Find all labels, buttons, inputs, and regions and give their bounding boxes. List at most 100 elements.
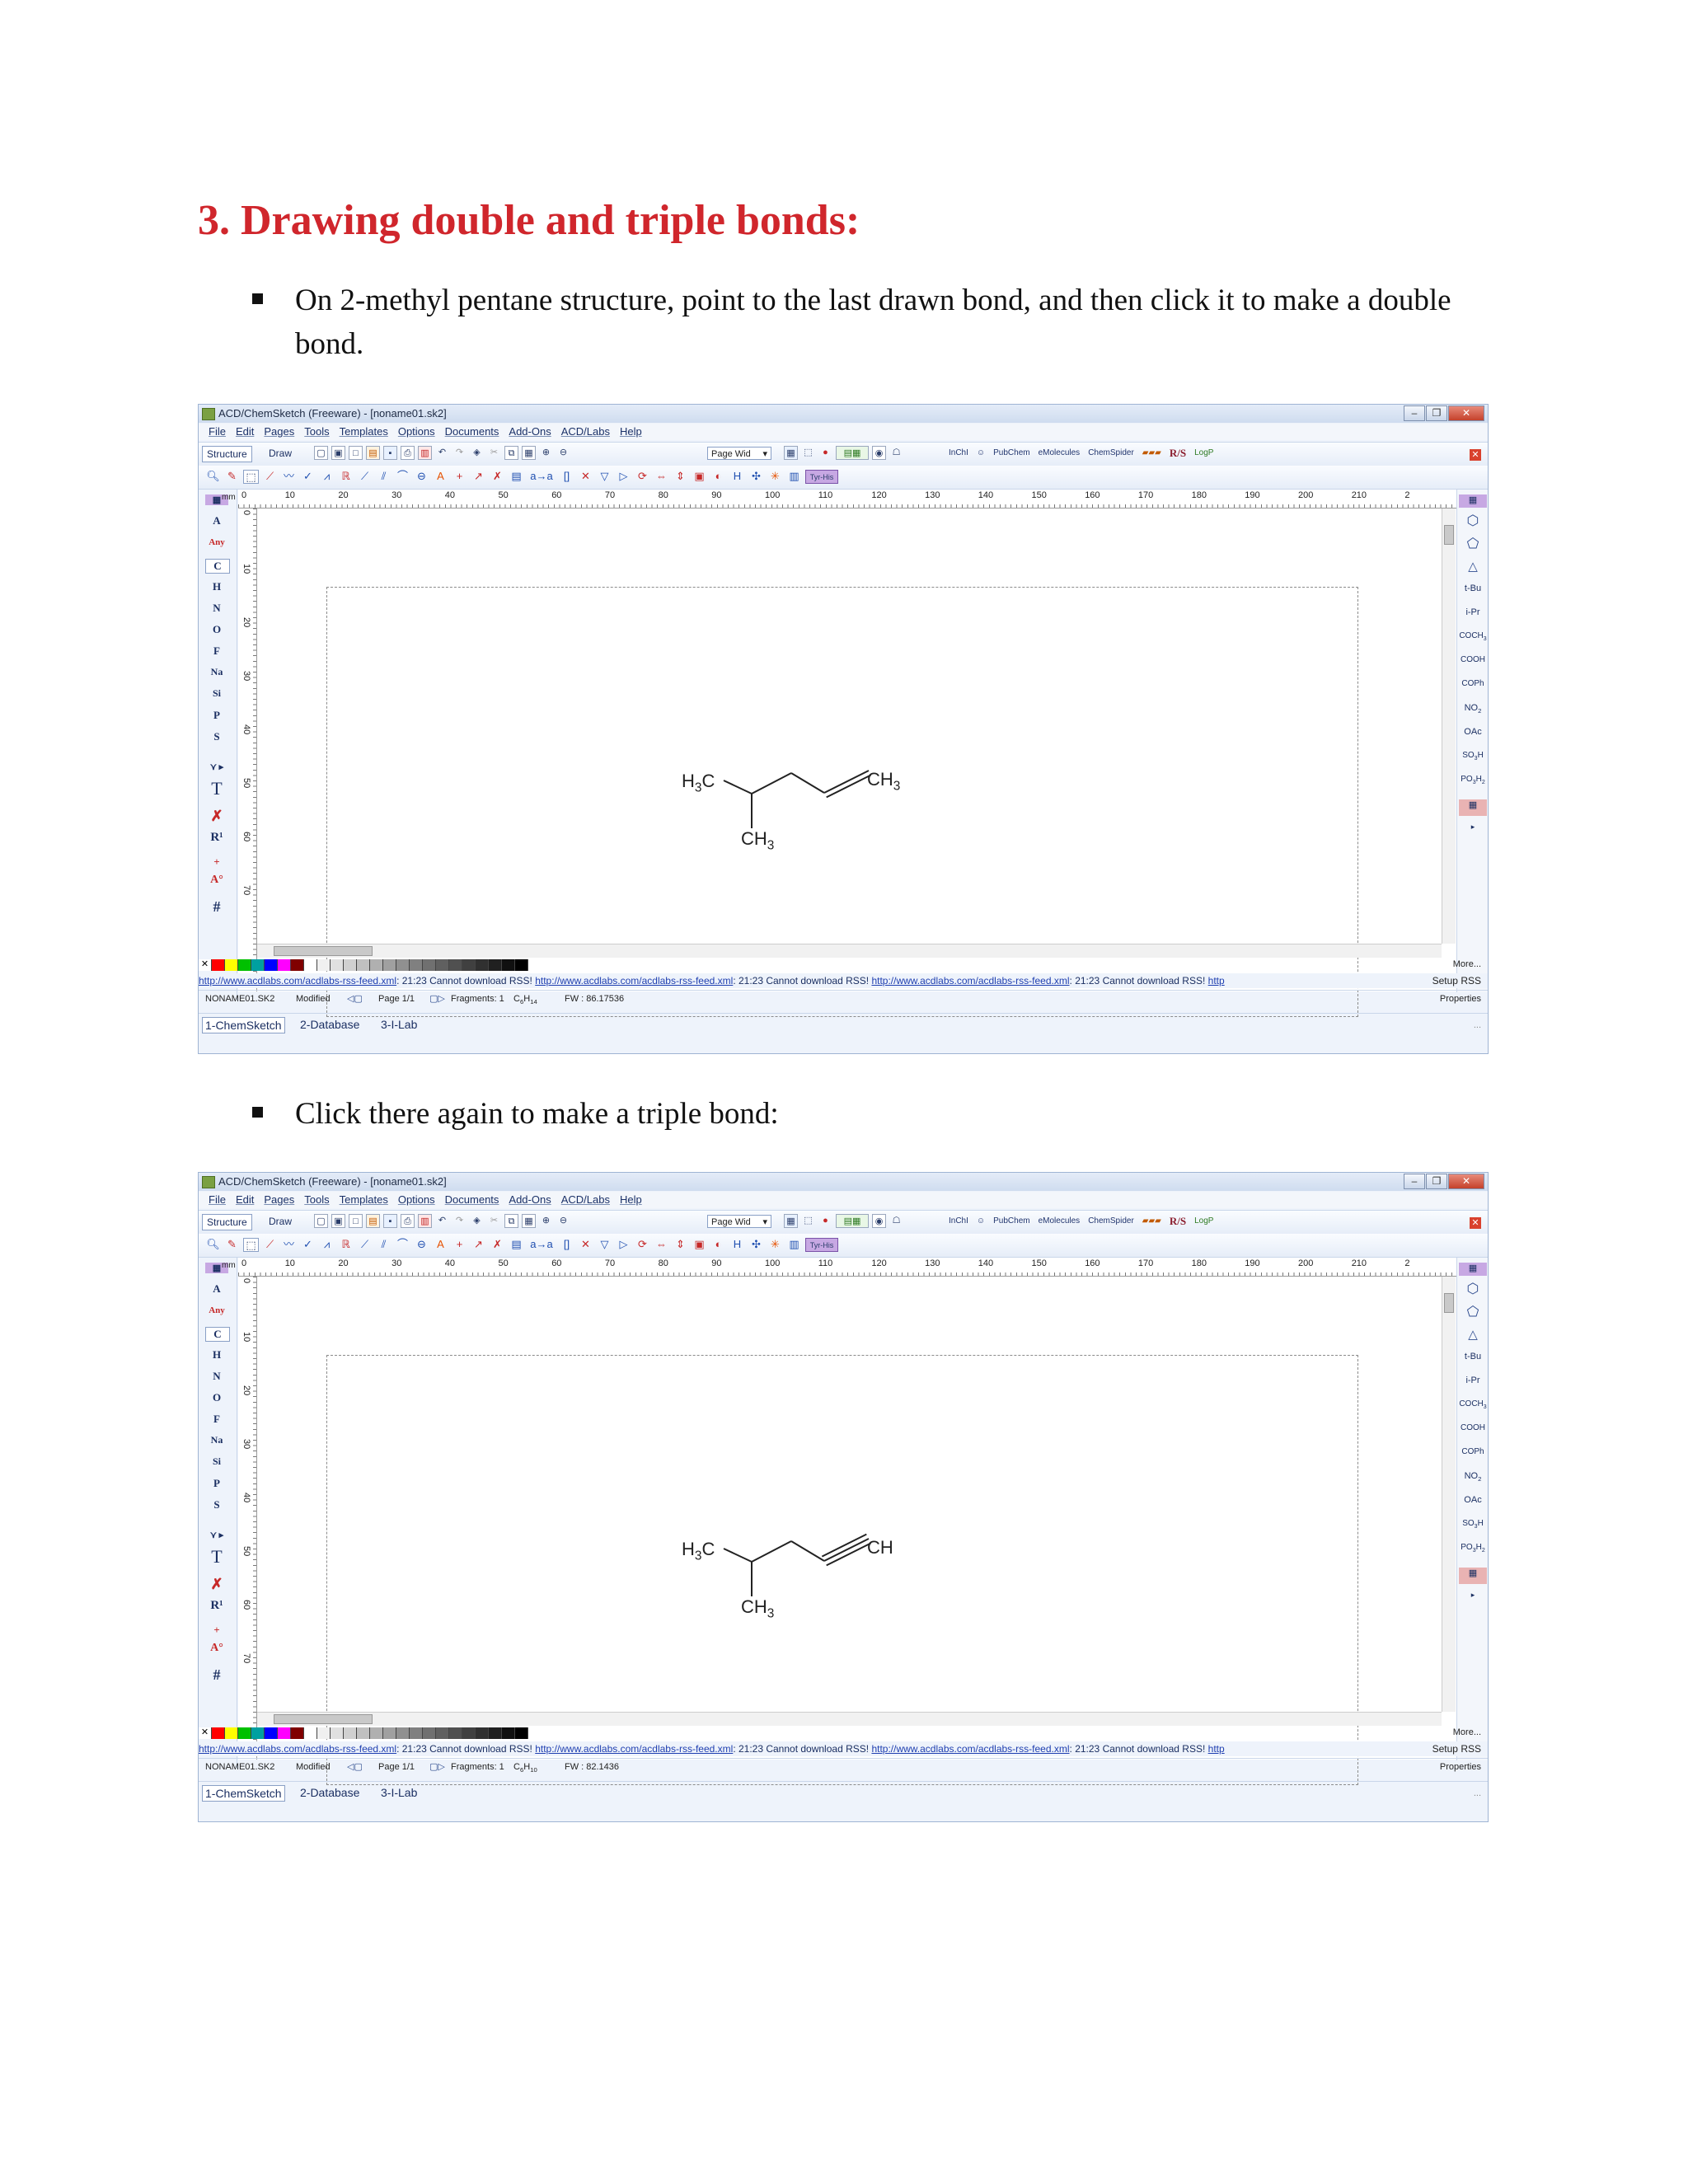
color-swatch[interactable] bbox=[291, 959, 304, 971]
multiple-bond-c4-c5[interactable] bbox=[823, 770, 872, 799]
menu-options[interactable]: Options bbox=[398, 424, 435, 440]
template-oac[interactable]: OAc bbox=[1459, 1495, 1487, 1505]
more-colors-button[interactable]: More... bbox=[1453, 959, 1481, 969]
clear-icon[interactable]: ◈ bbox=[470, 446, 484, 460]
element-any[interactable]: Any bbox=[205, 1305, 228, 1315]
color-swatch[interactable] bbox=[238, 959, 251, 971]
new-page-icon[interactable]: ▢ bbox=[314, 1214, 328, 1228]
template-cooh[interactable]: COOH bbox=[1459, 655, 1487, 664]
menu-file[interactable]: File bbox=[209, 424, 226, 440]
page-prev-icon[interactable]: ◁▢ bbox=[347, 1759, 363, 1775]
page-next-icon[interactable]: ▢▷ bbox=[429, 991, 445, 1007]
minimize-button[interactable]: – bbox=[1404, 1174, 1425, 1189]
color-swatch[interactable] bbox=[212, 959, 225, 971]
name-icon[interactable]: ☖ bbox=[889, 446, 903, 460]
color-swatch[interactable] bbox=[317, 1727, 331, 1739]
properties-button[interactable]: Properties bbox=[1440, 1759, 1481, 1775]
drawing-canvas[interactable]: H3C CH3 CH bbox=[257, 1277, 1456, 1785]
arrow-icon[interactable]: ↗ bbox=[471, 1238, 486, 1252]
color-swatch[interactable] bbox=[502, 1727, 515, 1739]
stereo-bond-icon[interactable]: ⟋ bbox=[357, 1238, 373, 1252]
rotate-icon[interactable]: ⟳ bbox=[635, 470, 650, 484]
pubchem-link[interactable]: PubChem bbox=[993, 447, 1029, 460]
menu-templates[interactable]: Templates bbox=[340, 1192, 388, 1208]
color-swatch[interactable] bbox=[212, 1727, 225, 1739]
grid-icon[interactable]: ▤▦ bbox=[836, 446, 869, 460]
r-group-icon[interactable]: R¹ bbox=[205, 1599, 228, 1613]
menu-help[interactable]: Help bbox=[620, 424, 642, 440]
color-swatch[interactable] bbox=[423, 959, 436, 971]
menu-help[interactable]: Help bbox=[620, 1192, 642, 1208]
color-swatch[interactable] bbox=[225, 1727, 238, 1739]
text-tool-icon[interactable]: T bbox=[205, 778, 228, 799]
element-si[interactable]: Si bbox=[205, 687, 228, 700]
element-p[interactable]: P bbox=[205, 709, 228, 722]
color-swatch[interactable] bbox=[515, 959, 528, 971]
color-swatch[interactable] bbox=[331, 1727, 344, 1739]
menu-documents[interactable]: Documents bbox=[445, 424, 499, 440]
vertical-scrollbar[interactable] bbox=[1442, 1277, 1456, 1712]
zoom-select[interactable]: Page Wid ▾ bbox=[707, 1215, 771, 1228]
element-p[interactable]: P bbox=[205, 1477, 228, 1490]
r-group-icon[interactable]: R¹ bbox=[205, 831, 228, 845]
tab-database[interactable]: 2-Database bbox=[298, 1017, 362, 1032]
tab-database[interactable]: 2-Database bbox=[298, 1785, 362, 1800]
menu-templates[interactable]: Templates bbox=[340, 424, 388, 440]
pallet-icon[interactable]: ⬚ bbox=[801, 446, 815, 460]
menu-edit[interactable]: Edit bbox=[236, 424, 254, 440]
lab-icon[interactable]: ▥ bbox=[786, 470, 802, 484]
tab-i-lab[interactable]: 3-I-Lab bbox=[378, 1785, 420, 1800]
export-icon[interactable]: ▥ bbox=[418, 446, 432, 460]
hand-tool-icon[interactable]: ✎ bbox=[224, 1238, 240, 1252]
export-icon[interactable]: ▥ bbox=[418, 1214, 432, 1228]
drawing-canvas[interactable]: H3C CH3 CH3 bbox=[257, 509, 1456, 1017]
charge-icon[interactable]: + bbox=[205, 1624, 228, 1637]
no-color-icon[interactable]: ✕ bbox=[199, 1727, 212, 1739]
color-swatch[interactable] bbox=[502, 959, 515, 971]
color-swatch[interactable] bbox=[357, 1727, 370, 1739]
print-icon[interactable]: ⎙ bbox=[401, 1214, 415, 1228]
template-coph[interactable]: COPh bbox=[1459, 679, 1487, 688]
chain-tool-icon[interactable]: 〰 bbox=[281, 470, 297, 484]
element-more-icon[interactable]: ⋎ ▸ bbox=[205, 1530, 228, 1540]
stereo-bond-icon[interactable]: ⟋ bbox=[357, 470, 373, 484]
atom-delete-icon[interactable]: ✗ bbox=[205, 1576, 228, 1593]
cyclopentane-template-icon[interactable]: ⬠ bbox=[1459, 536, 1487, 552]
template-coch3[interactable]: COCH3 bbox=[1459, 631, 1487, 642]
name-icon[interactable]: ☖ bbox=[889, 1214, 903, 1228]
select-tool-icon[interactable]: ⬚ bbox=[243, 470, 259, 484]
scroll-thumb[interactable] bbox=[1444, 525, 1454, 545]
color-swatch[interactable] bbox=[251, 1727, 265, 1739]
3d-optimize-icon[interactable]: ◐ bbox=[710, 1238, 726, 1252]
menu-file[interactable]: File bbox=[209, 1192, 226, 1208]
menu-pages[interactable]: Pages bbox=[264, 424, 294, 440]
paste-icon[interactable]: ▦ bbox=[522, 446, 536, 460]
numbering-icon[interactable]: # bbox=[205, 1666, 228, 1684]
cyclohexane-template-icon[interactable]: ⬡ bbox=[1459, 513, 1487, 529]
cyclopentane-template-icon[interactable]: ⬠ bbox=[1459, 1304, 1487, 1320]
cut-icon[interactable]: ✂ bbox=[487, 1214, 501, 1228]
new-doc-icon[interactable]: ▣ bbox=[331, 1214, 345, 1228]
template-i-pr[interactable]: i-Pr bbox=[1459, 1376, 1487, 1385]
rs-stereo-button[interactable]: R/S bbox=[1170, 447, 1186, 460]
atom-numbering-icon[interactable]: ▤ bbox=[509, 1238, 524, 1252]
color-swatch[interactable] bbox=[396, 1727, 410, 1739]
text-tool-icon[interactable]: T bbox=[205, 1546, 228, 1568]
color-swatch[interactable] bbox=[515, 1727, 528, 1739]
menu-add-ons[interactable]: Add-Ons bbox=[509, 1192, 551, 1208]
template-table-icon[interactable]: ▦ bbox=[1459, 1263, 1487, 1276]
template-t-bu[interactable]: t-Bu bbox=[1459, 1352, 1487, 1361]
template-more-icon[interactable]: ▸ bbox=[1459, 1591, 1487, 1600]
blank-icon[interactable]: □ bbox=[349, 1214, 363, 1228]
charge-icon[interactable]: + bbox=[205, 855, 228, 869]
reaction-icon[interactable]: ℝ bbox=[338, 470, 354, 484]
undo-icon[interactable]: ↶ bbox=[435, 1214, 449, 1228]
template-t-bu[interactable]: t-Bu bbox=[1459, 583, 1487, 593]
redo-icon[interactable]: ↷ bbox=[452, 1214, 467, 1228]
open-icon[interactable]: ▤ bbox=[366, 1214, 380, 1228]
flip-horizontal-icon[interactable]: ▷ bbox=[616, 470, 631, 484]
color-swatch[interactable] bbox=[383, 1727, 396, 1739]
template-more-icon[interactable]: ▸ bbox=[1459, 823, 1487, 832]
tab-chemsketch[interactable]: 1-ChemSketch bbox=[202, 1017, 285, 1033]
color-swatch[interactable] bbox=[225, 959, 238, 971]
